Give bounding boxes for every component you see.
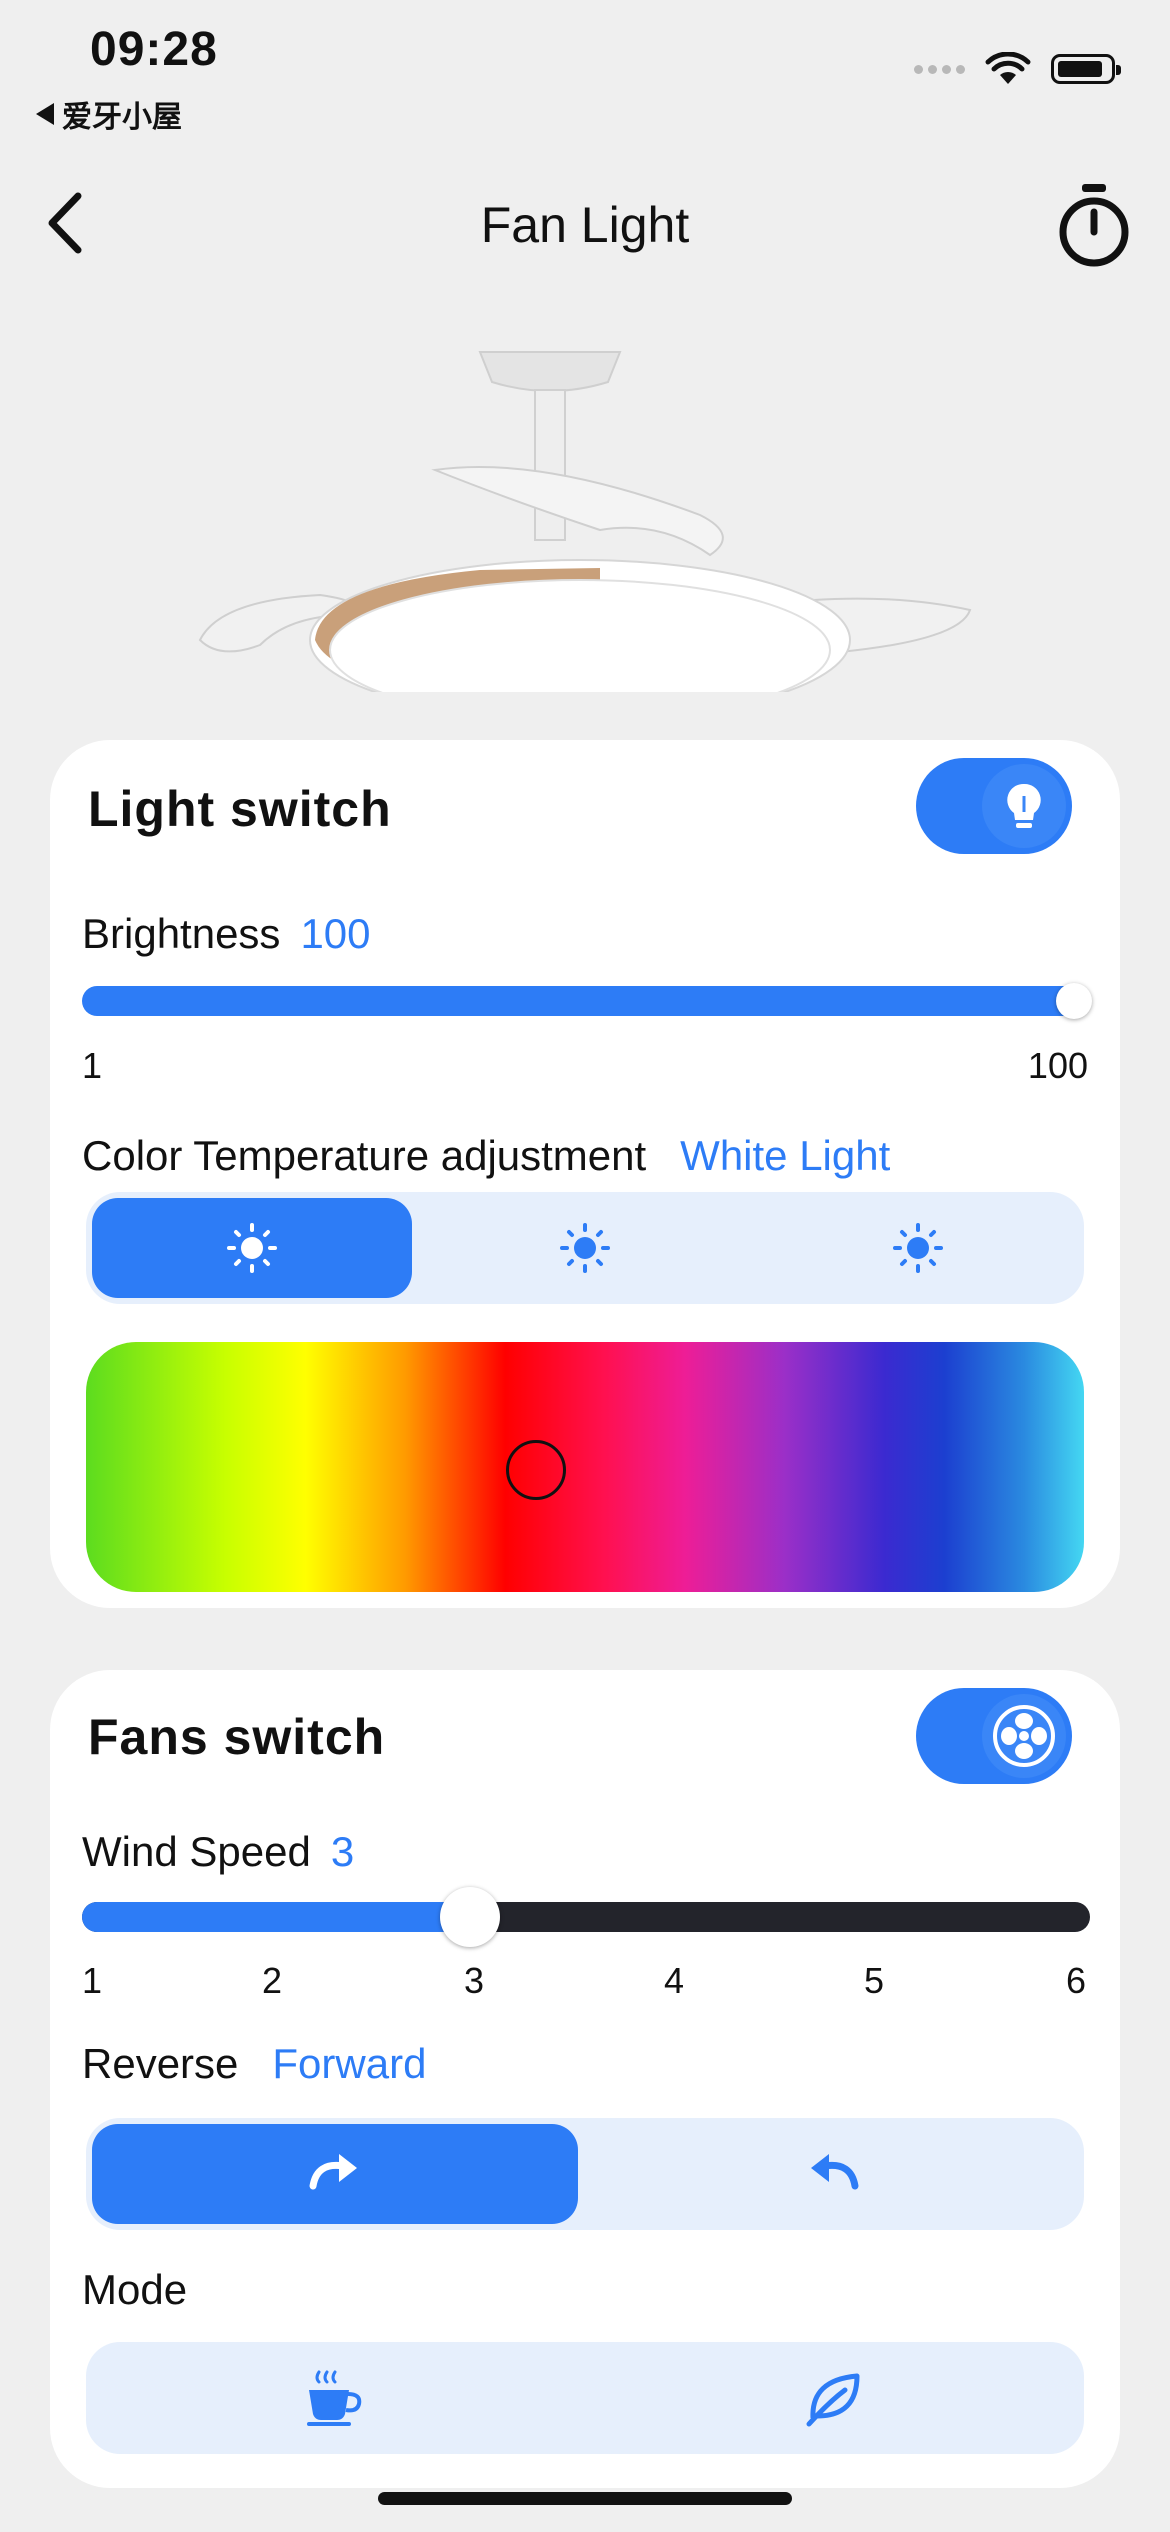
color-temp-label: Color Temperature adjustment <box>82 1132 647 1179</box>
status-back-to-app[interactable]: 爱牙小屋 <box>36 92 182 136</box>
reverse-label: Reverse <box>82 2040 239 2087</box>
mode-label: Mode <box>82 2266 188 2313</box>
wifi-icon <box>985 52 1031 84</box>
wind-speed-tick: 5 <box>864 1960 885 2001</box>
warm-light-sun-icon <box>893 1223 943 1273</box>
status-time: 09:28 <box>90 23 218 76</box>
fan-icon <box>993 1705 1055 1767</box>
wind-speed-tick: 6 <box>1066 1960 1087 2001</box>
white-light-sun-icon <box>92 1198 412 1298</box>
brightness-max-label: 100 <box>1027 1045 1088 1086</box>
color-temp-neutral-option[interactable] <box>425 1198 745 1298</box>
brightness-value: 100 <box>300 910 371 957</box>
stopwatch-icon <box>1059 184 1129 267</box>
color-temp-value: White Light <box>680 1132 891 1179</box>
status-back-app-label: 爱牙小屋 <box>62 101 182 134</box>
hot-cup-icon <box>307 2370 362 2426</box>
brightness-min-label: 1 <box>82 1045 103 1086</box>
cellular-signal-icon <box>914 64 965 74</box>
color-temp-warm-option[interactable] <box>758 1198 1078 1298</box>
page-title: Fan Light <box>480 197 690 253</box>
fans-switch-title: Fans switch <box>88 1709 386 1765</box>
direction-reverse-option[interactable] <box>590 2124 1076 2224</box>
counterclockwise-arrow-icon <box>811 2154 859 2190</box>
brightness-slider-thumb[interactable] <box>1056 983 1092 1019</box>
back-triangle-icon <box>36 103 54 125</box>
mode-natural-option[interactable] <box>92 2348 578 2448</box>
fan-toggle[interactable] <box>916 1688 1072 1784</box>
mode-eco-option[interactable] <box>590 2348 1076 2448</box>
light-toggle[interactable] <box>916 758 1072 854</box>
wind-speed-tick: 3 <box>464 1960 485 2001</box>
brightness-slider-track[interactable] <box>82 986 1086 1016</box>
light-toggle-knob <box>982 764 1066 848</box>
status-indicators <box>914 52 1121 86</box>
light-card: Light switch Brightness 100 1 100 Color … <box>50 740 1120 1608</box>
leaf-icon <box>806 2373 860 2427</box>
lightbulb-icon <box>1007 783 1041 828</box>
fan-card: Fans switch Wind Speed 3 1 2 3 4 5 6 Rev… <box>50 1670 1120 2488</box>
wind-speed-value: 3 <box>330 1828 355 1875</box>
wind-speed-tick: 1 <box>82 1960 103 2001</box>
neutral-light-sun-icon <box>560 1223 610 1273</box>
color-temp-row: Color Temperature adjustment White Light <box>82 1132 890 1180</box>
color-spectrum-picker[interactable] <box>86 1342 1084 1592</box>
brightness-label: Brightness <box>82 910 281 957</box>
light-switch-title: Light switch <box>88 781 392 837</box>
wind-speed-slider-fill <box>82 1902 494 1932</box>
fan-light-image <box>180 351 990 700</box>
fan-toggle-knob <box>982 1694 1066 1778</box>
reverse-row: Reverse Forward <box>82 2040 426 2088</box>
battery-icon <box>1051 54 1121 84</box>
timer-button[interactable] <box>1054 180 1134 270</box>
home-indicator[interactable] <box>378 2492 792 2505</box>
reverse-value: Forward <box>272 2040 427 2087</box>
wind-speed-row: Wind Speed 3 <box>82 1828 354 1876</box>
color-picker-cursor[interactable] <box>506 1440 566 1500</box>
wind-speed-tick: 4 <box>664 1960 685 2001</box>
wind-speed-tick: 2 <box>262 1960 283 2001</box>
clockwise-arrow-icon <box>92 2124 578 2224</box>
mode-row: Mode <box>82 2266 187 2314</box>
wind-speed-label: Wind Speed <box>82 1828 311 1875</box>
wind-speed-slider-thumb[interactable] <box>440 1887 500 1947</box>
brightness-row: Brightness 100 <box>82 910 371 958</box>
wind-speed-ticks: 1 2 3 4 5 6 <box>82 1960 1090 2004</box>
